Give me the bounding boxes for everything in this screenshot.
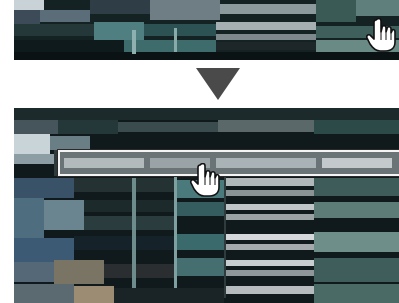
selected-row-outline[interactable] [58, 150, 399, 176]
before-screen-panel [14, 0, 399, 60]
after-screen-panel [14, 108, 399, 303]
selected-row-content [60, 152, 399, 174]
down-triangle-icon [196, 68, 240, 100]
mosaic-bottom-svg [14, 108, 399, 303]
hand-pointer-icon [366, 18, 396, 52]
mosaic-top-svg [14, 0, 399, 60]
blurred-screen-content [14, 108, 399, 303]
blurred-screen-content [14, 0, 399, 60]
hand-pointer-icon [190, 163, 220, 197]
